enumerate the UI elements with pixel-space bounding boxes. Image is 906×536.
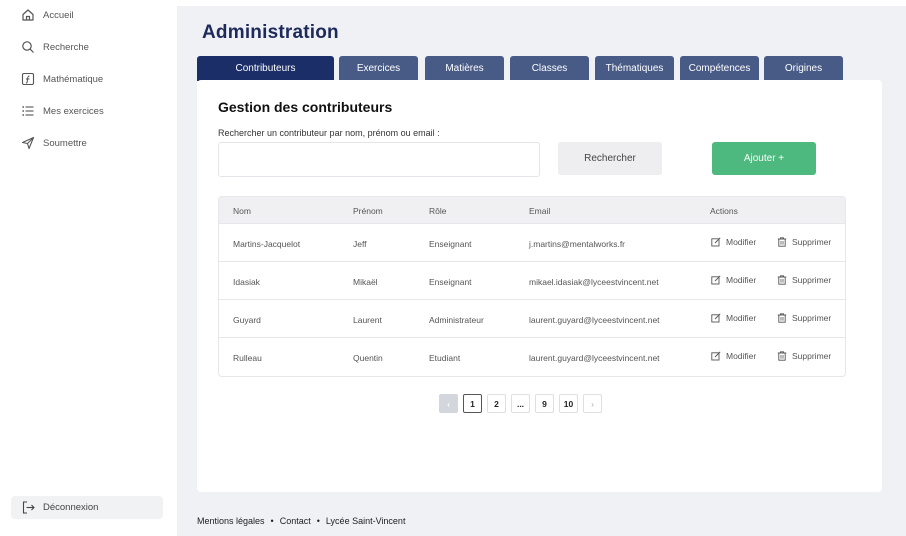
next-page-button[interactable]: › (583, 394, 602, 413)
column-header-role: Rôle (429, 206, 447, 216)
panel-title: Gestion des contributeurs (218, 99, 393, 115)
page-button-2[interactable]: 2 (487, 394, 506, 413)
sidebar-item-label: Mes exercices (43, 105, 104, 117)
delete-button[interactable]: Supprimer (777, 351, 831, 361)
table-row: Rulleau Quentin Etudiant laurent.guyard@… (219, 337, 845, 375)
delete-label: Supprimer (792, 313, 832, 323)
cell-nom: Rulleau (233, 353, 262, 363)
main-content: Administration Contributeurs Exercices M… (177, 6, 906, 536)
delete-button[interactable]: Supprimer (777, 237, 831, 247)
logout-button[interactable]: Déconnexion (11, 496, 163, 519)
trash-icon (777, 351, 787, 361)
column-header-actions: Actions (710, 206, 738, 216)
sidebar: Accueil Recherche Mathématique Mes exerc… (0, 0, 177, 536)
cell-prenom: Laurent (353, 315, 382, 325)
cell-email: laurent.guyard@lyceestvincent.net (529, 315, 660, 325)
sidebar-item-recherche[interactable]: Recherche (0, 37, 177, 57)
modify-button[interactable]: Modifier (711, 275, 756, 285)
add-contributor-button[interactable]: Ajouter + (712, 142, 816, 175)
cell-role: Administrateur (429, 315, 484, 325)
sidebar-item-label: Soumettre (43, 137, 87, 149)
delete-button[interactable]: Supprimer (777, 313, 831, 323)
cell-email: mikael.idasiak@lyceestvincent.net (529, 277, 659, 287)
delete-button[interactable]: Supprimer (777, 275, 831, 285)
sidebar-item-label: Mathématique (43, 73, 104, 85)
footer-separator: • (270, 516, 274, 526)
cell-nom: Guyard (233, 315, 261, 325)
modify-label: Modifier (726, 313, 757, 323)
function-icon (20, 72, 35, 87)
table-row: Martins-Jacquelot Jeff Enseignant j.mart… (219, 223, 845, 261)
search-label: Rechercher un contributeur par nom, prén… (218, 128, 440, 138)
modify-label: Modifier (726, 237, 757, 247)
footer-link-lycee[interactable]: Lycée Saint-Vincent (326, 516, 406, 526)
edit-icon (711, 313, 721, 323)
table-row: Idasiak Mikaël Enseignant mikael.idasiak… (219, 261, 845, 299)
tab-competences[interactable]: Compétences (680, 56, 759, 81)
modify-label: Modifier (726, 275, 757, 285)
page-button-9[interactable]: 9 (535, 394, 554, 413)
home-icon (20, 8, 35, 23)
cell-role: Enseignant (429, 239, 472, 249)
modify-button[interactable]: Modifier (711, 351, 756, 361)
search-icon (20, 40, 35, 55)
contributors-table: Nom Prénom Rôle Email Actions Martins-Ja… (218, 196, 846, 377)
page-button-10[interactable]: 10 (559, 394, 578, 413)
sidebar-item-label: Recherche (43, 41, 89, 53)
tab-exercices[interactable]: Exercices (339, 56, 418, 81)
tab-origines[interactable]: Origines (764, 56, 843, 81)
modify-label: Modifier (726, 351, 757, 361)
cell-nom: Idasiak (233, 277, 260, 287)
tab-matieres[interactable]: Matières (425, 56, 504, 81)
footer: Mentions légales • Contact • Lycée Saint… (197, 516, 405, 526)
delete-label: Supprimer (792, 237, 832, 247)
column-header-prenom: Prénom (353, 206, 383, 216)
cell-prenom: Jeff (353, 239, 367, 249)
footer-link-contact[interactable]: Contact (280, 516, 311, 526)
cell-prenom: Mikaël (353, 277, 378, 287)
tab-contributeurs[interactable]: Contributeurs (197, 56, 334, 81)
logout-label: Déconnexion (43, 502, 99, 513)
cell-role: Enseignant (429, 277, 472, 287)
search-input[interactable] (218, 142, 540, 177)
modify-button[interactable]: Modifier (711, 313, 756, 323)
footer-separator: • (316, 516, 320, 526)
edit-icon (711, 237, 721, 247)
trash-icon (777, 275, 787, 285)
cell-nom: Martins-Jacquelot (233, 239, 301, 249)
modify-button[interactable]: Modifier (711, 237, 756, 247)
trash-icon (777, 237, 787, 247)
delete-label: Supprimer (792, 275, 832, 285)
sidebar-item-accueil[interactable]: Accueil (0, 5, 177, 25)
page-title: Administration (202, 22, 339, 43)
sidebar-item-soumettre[interactable]: Soumettre (0, 133, 177, 153)
page-ellipsis: ... (511, 394, 530, 413)
tab-classes[interactable]: Classes (510, 56, 589, 81)
sidebar-item-label: Accueil (43, 9, 74, 21)
trash-icon (777, 313, 787, 323)
sidebar-item-mes-exercices[interactable]: Mes exercices (0, 101, 177, 121)
cell-email: j.martins@mentalworks.fr (529, 239, 626, 249)
prev-page-button[interactable]: ‹ (439, 394, 458, 413)
send-icon (20, 136, 35, 151)
delete-label: Supprimer (792, 351, 832, 361)
tab-thematiques[interactable]: Thématiques (595, 56, 674, 81)
list-icon (20, 104, 35, 119)
edit-icon (711, 351, 721, 361)
sidebar-item-mathematique[interactable]: Mathématique (0, 69, 177, 89)
table-header: Nom Prénom Rôle Email Actions (219, 197, 845, 223)
edit-icon (711, 275, 721, 285)
cell-email: laurent.guyard@lyceestvincent.net (529, 353, 660, 363)
logout-icon (21, 500, 36, 515)
column-header-nom: Nom (233, 206, 251, 216)
cell-prenom: Quentin (353, 353, 383, 363)
search-button[interactable]: Rechercher (558, 142, 662, 175)
contributors-panel: Gestion des contributeurs Rechercher un … (197, 80, 882, 492)
footer-link-mentions[interactable]: Mentions légales (197, 516, 265, 526)
page-button-1[interactable]: 1 (463, 394, 482, 413)
table-row: Guyard Laurent Administrateur laurent.gu… (219, 299, 845, 337)
column-header-email: Email (529, 206, 551, 216)
cell-role: Etudiant (429, 353, 461, 363)
